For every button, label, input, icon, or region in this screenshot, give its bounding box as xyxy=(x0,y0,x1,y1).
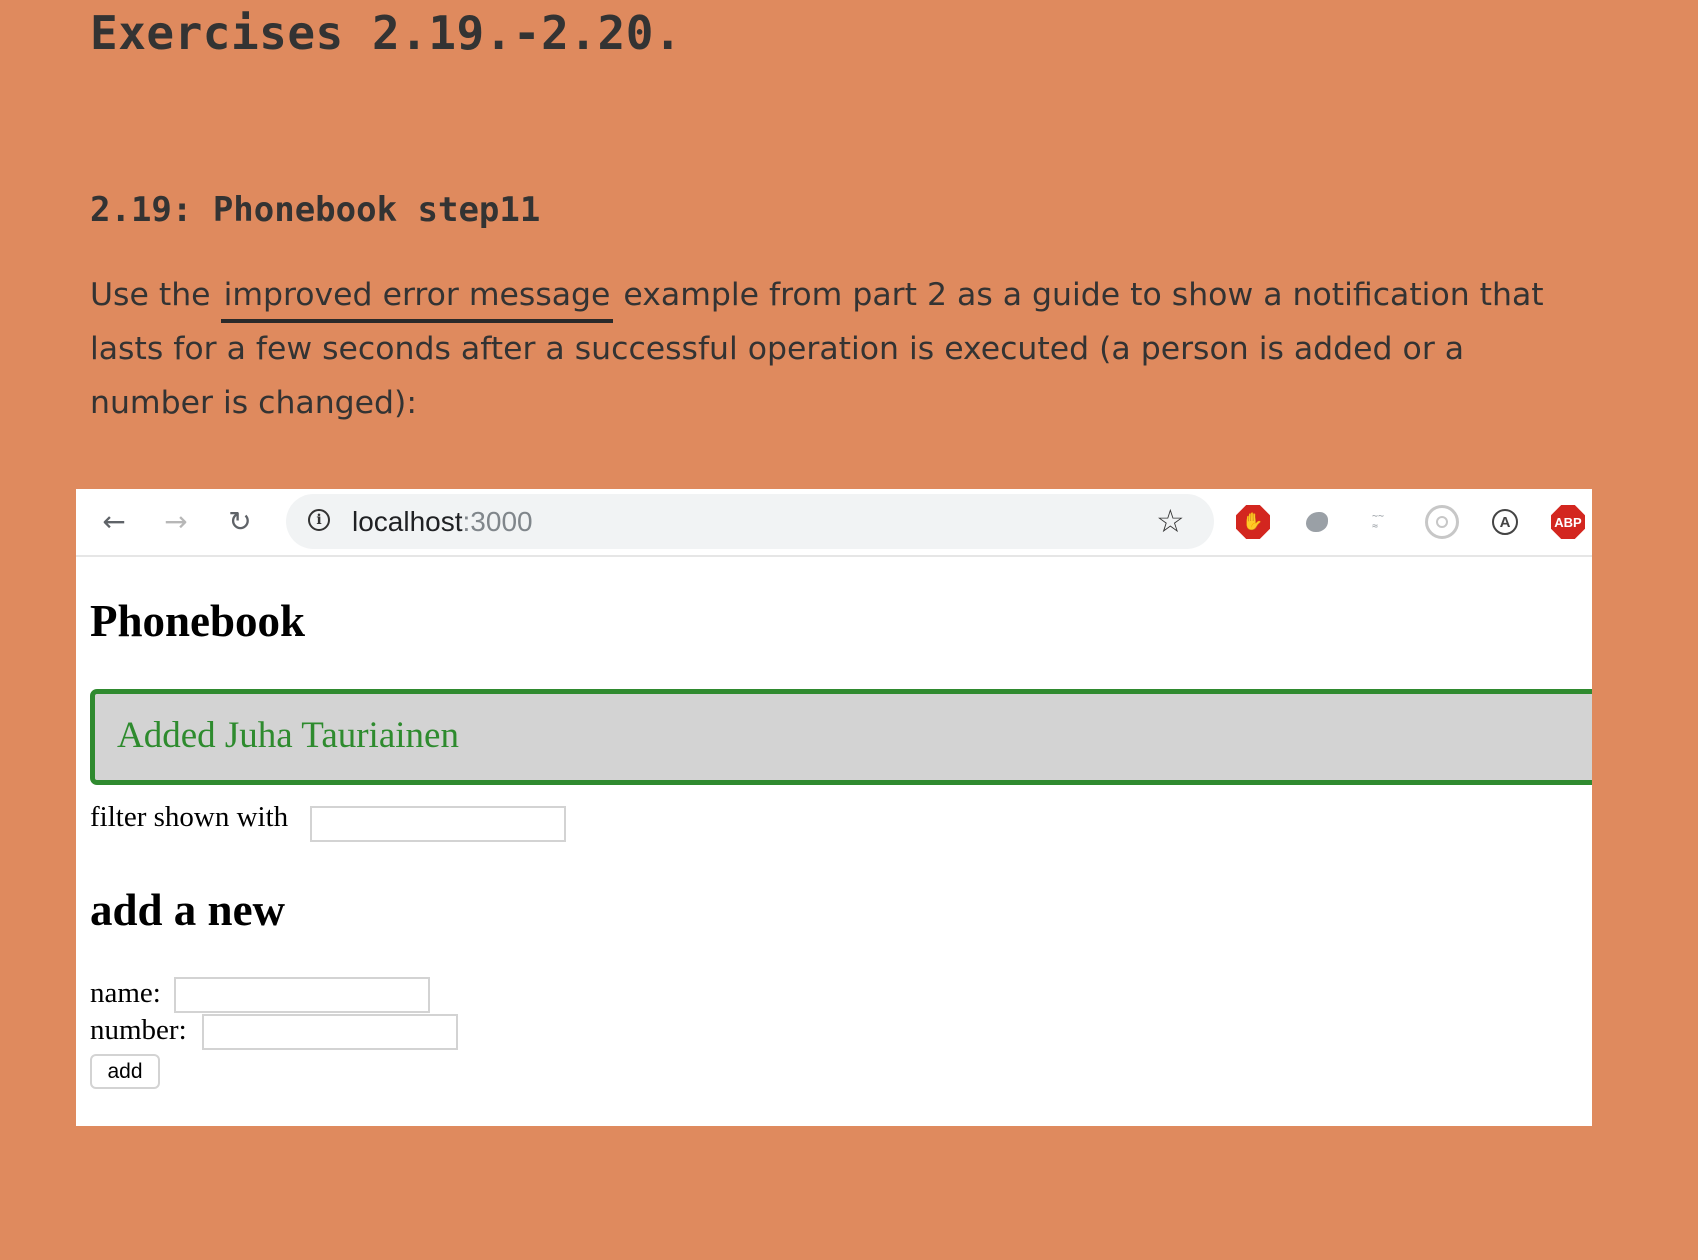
browser-toolbar: ← → ↻ i localhost:3000 ☆ ✋ ∼∼ ≈ A ABP xyxy=(76,489,1592,557)
back-icon[interactable]: ← xyxy=(92,499,136,543)
url-port: :3000 xyxy=(462,506,533,537)
improved-error-message-link[interactable]: improved error message xyxy=(220,277,614,323)
bookmark-star-icon[interactable]: ☆ xyxy=(1156,502,1185,540)
browser-screenshot: ← → ↻ i localhost:3000 ☆ ✋ ∼∼ ≈ A ABP Pho… xyxy=(76,489,1592,1126)
reload-icon[interactable]: ↻ xyxy=(218,499,262,543)
exercise-description: Use the improved error message example f… xyxy=(90,268,1590,430)
url-host: localhost xyxy=(352,506,463,537)
number-label: number: xyxy=(90,1014,187,1046)
name-input[interactable] xyxy=(174,977,430,1013)
number-input[interactable] xyxy=(202,1014,458,1050)
exercise-heading: 2.19: Phonebook step11 xyxy=(90,190,541,230)
adblock-icon[interactable]: ABP xyxy=(1551,505,1585,539)
app-title: Phonebook xyxy=(90,596,306,646)
filter-input[interactable] xyxy=(310,806,566,842)
stop-hand-icon[interactable]: ✋ xyxy=(1236,505,1270,539)
success-notification: Added Juha Tauriainen xyxy=(90,689,1592,785)
forward-icon[interactable]: → xyxy=(154,499,198,543)
add-button[interactable]: add xyxy=(90,1054,160,1089)
url-text[interactable]: localhost:3000 xyxy=(352,506,533,538)
a-circle-icon[interactable]: A xyxy=(1492,509,1518,535)
add-new-heading: add a new xyxy=(90,885,286,935)
address-bar[interactable]: i localhost:3000 ☆ xyxy=(286,494,1214,549)
page-title: Exercises 2.19.-2.20. xyxy=(90,6,683,60)
target-icon[interactable] xyxy=(1425,505,1459,539)
info-icon[interactable]: i xyxy=(308,509,330,531)
notification-message: Added Juha Tauriainen xyxy=(117,715,459,756)
doodle-icon[interactable]: ∼∼ ≈ xyxy=(1361,505,1395,539)
filter-label: filter shown with xyxy=(90,801,289,833)
name-label: name: xyxy=(90,977,161,1009)
description-text-start: Use the xyxy=(90,277,221,313)
blob-icon[interactable] xyxy=(1306,512,1328,532)
